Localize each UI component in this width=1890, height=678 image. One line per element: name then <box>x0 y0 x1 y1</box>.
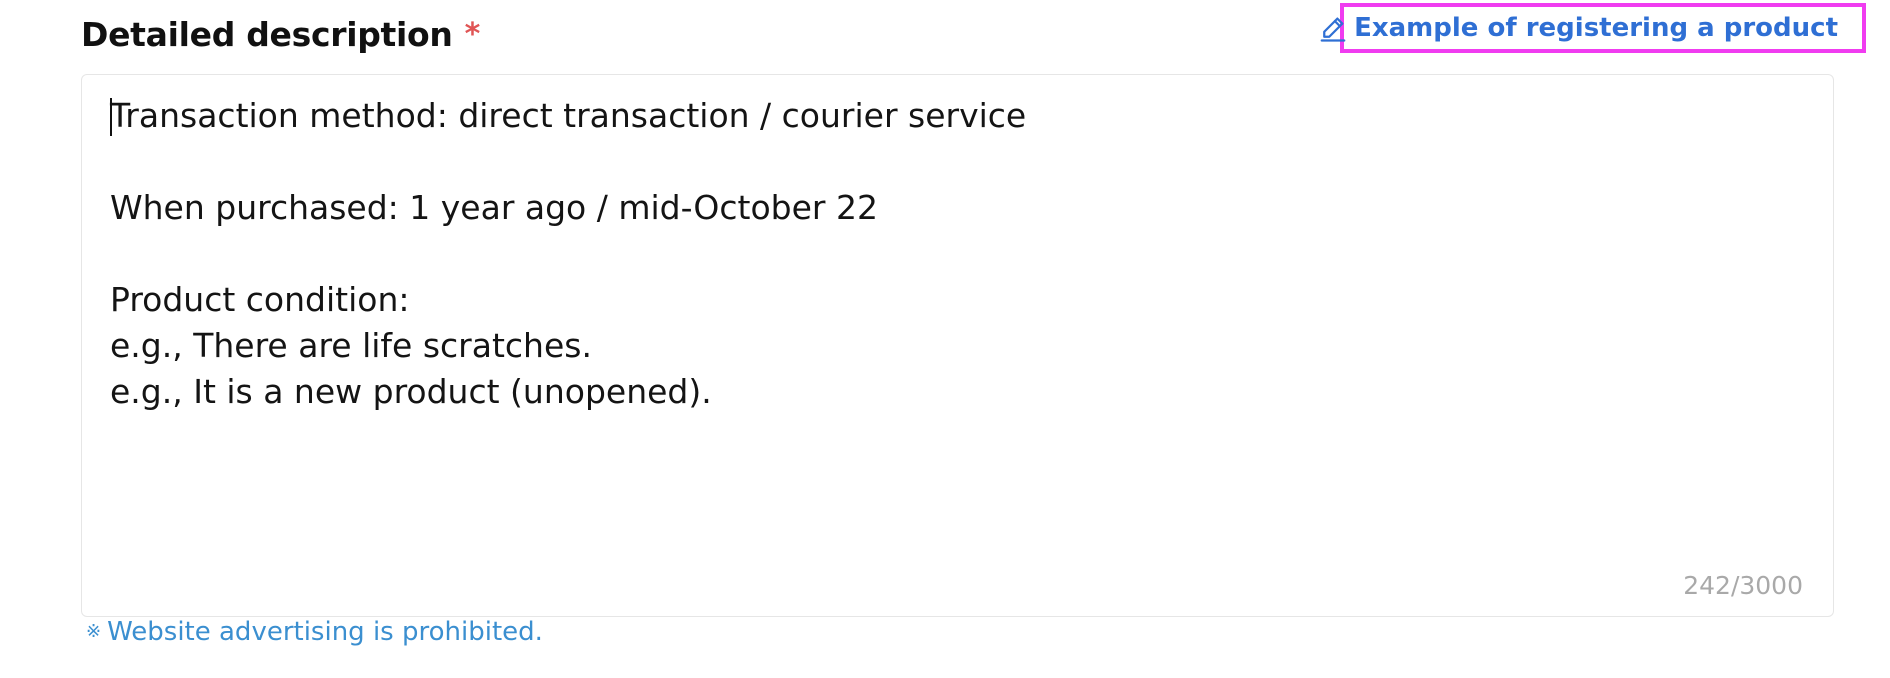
example-of-registering-product-link[interactable]: Example of registering a product <box>1320 3 1866 53</box>
example-link-label: Example of registering a product <box>1354 13 1838 43</box>
advertising-notice: ※ Website advertising is prohibited. <box>86 617 543 647</box>
description-textarea[interactable]: Transaction method: direct transaction /… <box>110 93 1805 556</box>
reference-mark-icon: ※ <box>86 621 102 642</box>
text-caret <box>110 98 112 136</box>
pencil-icon <box>1320 17 1346 42</box>
description-editor[interactable]: Transaction method: direct transaction /… <box>81 74 1834 617</box>
notice-text: Website advertising is prohibited. <box>107 617 543 647</box>
detailed-description-section: Detailed description * Example of regist… <box>0 0 1890 678</box>
required-asterisk: * <box>464 16 481 52</box>
section-title: Detailed description <box>81 14 453 54</box>
section-header: Detailed description * <box>81 12 480 56</box>
character-counter: 242/3000 <box>1683 571 1803 600</box>
